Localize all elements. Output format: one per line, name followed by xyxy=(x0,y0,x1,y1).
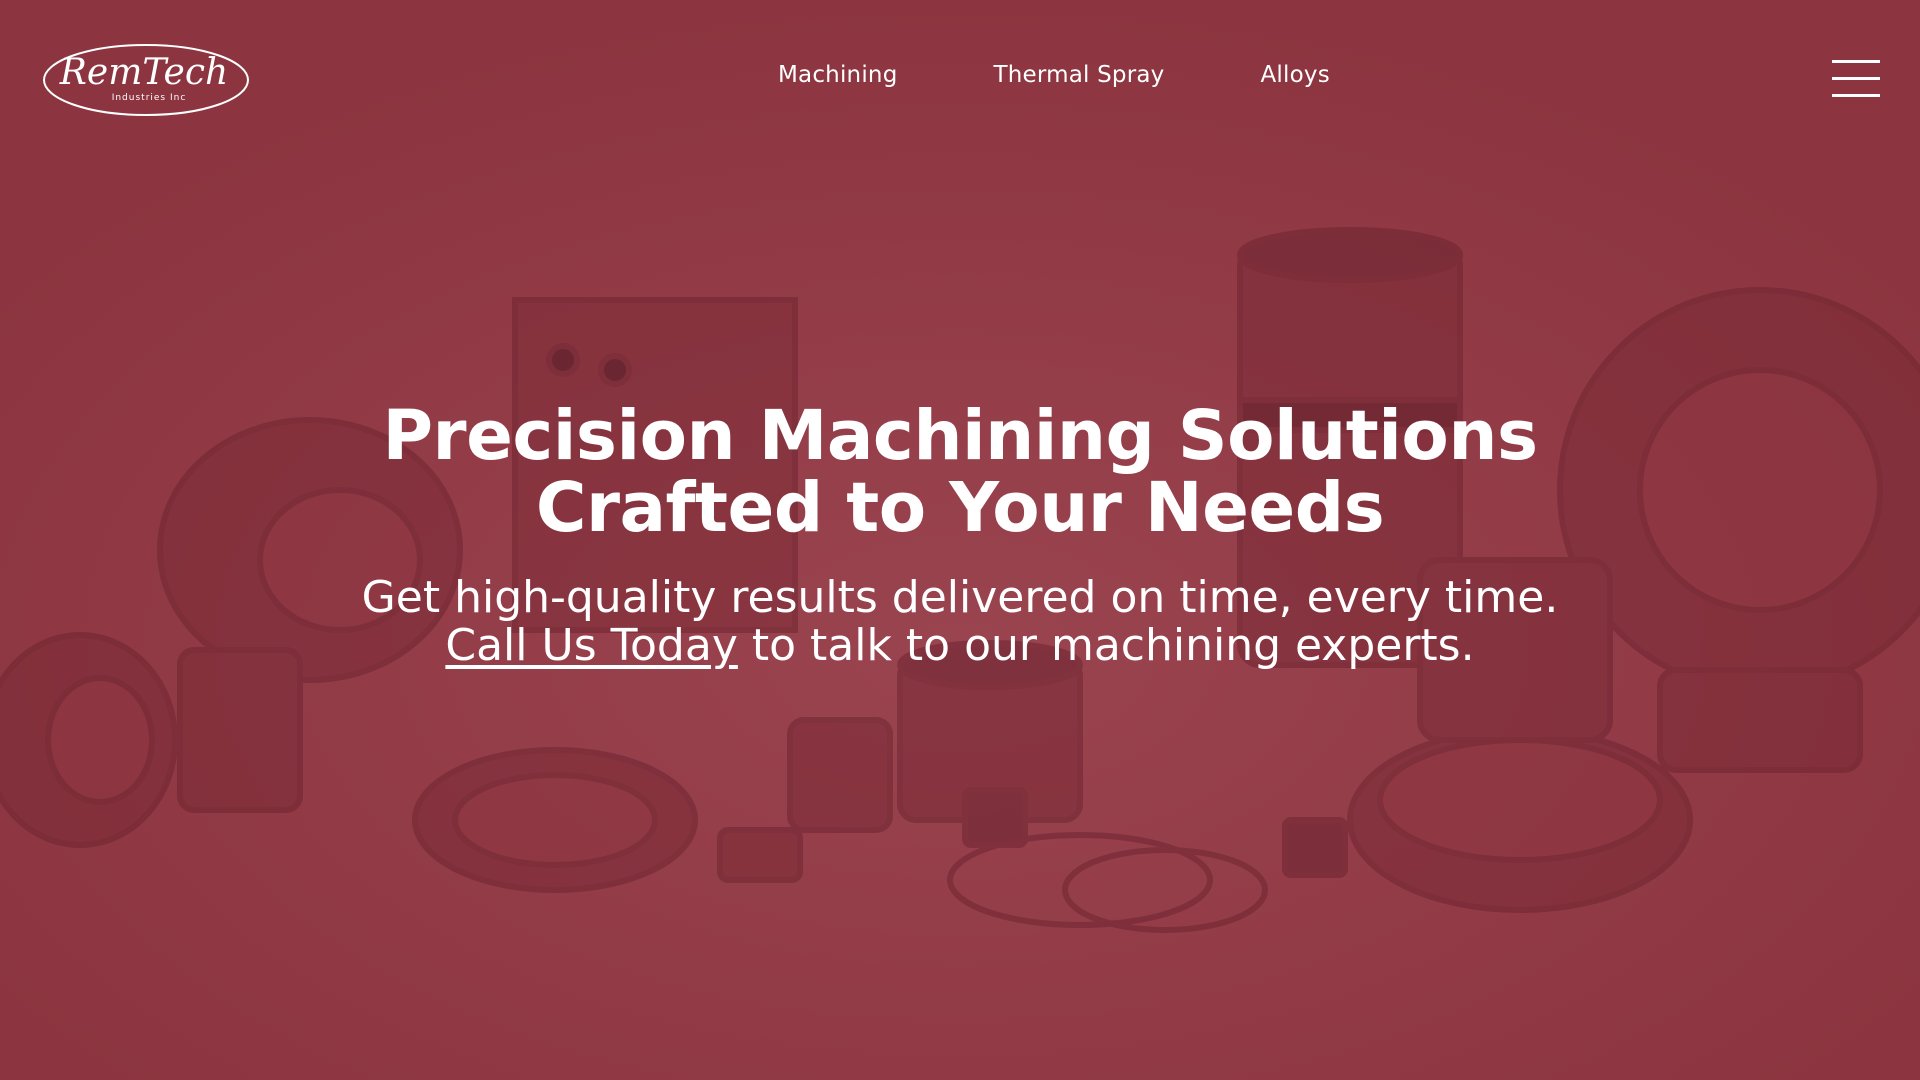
logo-sub-text: Industries Inc xyxy=(112,93,187,103)
call-us-today-link[interactable]: Call Us Today xyxy=(445,620,738,671)
hamburger-icon-line-middle xyxy=(1832,77,1880,80)
hero-subheadline-line-2-rest: to talk to our machining experts. xyxy=(737,620,1475,671)
hero-headline: Precision Machining Solutions Crafted to… xyxy=(0,400,1920,544)
hero-subheadline-line-1: Get high-quality results delivered on ti… xyxy=(361,572,1559,623)
hero-headline-line-1: Precision Machining Solutions xyxy=(382,396,1538,476)
hero-headline-line-2: Crafted to Your Needs xyxy=(535,468,1385,548)
remtech-logo[interactable]: RemTech Industries Inc xyxy=(41,42,251,118)
nav-item-thermal-spray[interactable]: Thermal Spray xyxy=(994,62,1165,88)
nav-item-alloys[interactable]: Alloys xyxy=(1261,62,1330,88)
main-nav: Machining Thermal Spray Alloys xyxy=(778,62,1330,88)
hamburger-icon-line-bottom xyxy=(1832,94,1880,97)
hero-subheadline: Get high-quality results delivered on ti… xyxy=(0,574,1920,670)
hamburger-menu-button[interactable] xyxy=(1832,60,1880,98)
remtech-logo-mark: RemTech Industries Inc xyxy=(43,44,249,116)
hero-text-block: Precision Machining Solutions Crafted to… xyxy=(0,400,1920,670)
hero-subheadline-line-2: Call Us Today to talk to our machining e… xyxy=(0,622,1920,670)
hamburger-icon-line-top xyxy=(1832,60,1880,63)
site-header: RemTech Industries Inc Machining Thermal… xyxy=(0,0,1920,160)
hero-section: RemTech Industries Inc Machining Thermal… xyxy=(0,0,1920,1080)
logo-main-text: RemTech xyxy=(59,52,228,93)
nav-item-machining[interactable]: Machining xyxy=(778,62,898,88)
